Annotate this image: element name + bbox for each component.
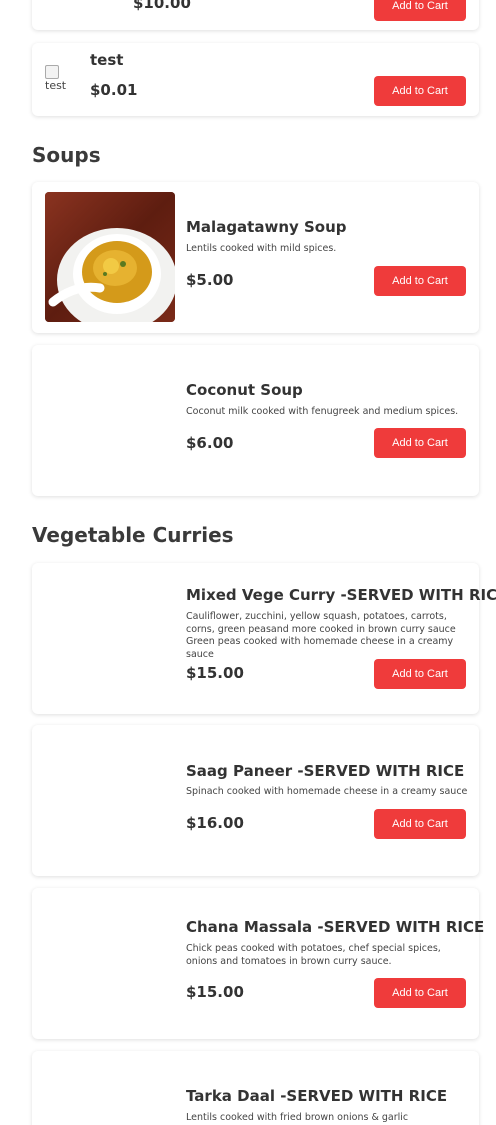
section-title-vegetable-curries: Vegetable Curries: [32, 523, 234, 547]
item-price: $15.00: [186, 664, 244, 682]
item-name: Malagatawny Soup: [186, 218, 347, 236]
item-price: $0.01: [90, 81, 138, 99]
menu-item-card: Coconut Soup Coconut milk cooked with fe…: [32, 345, 479, 496]
item-name: test: [90, 51, 124, 69]
item-price: $16.00: [186, 814, 244, 832]
item-price: $5.00: [186, 271, 234, 289]
section-title-soups: Soups: [32, 143, 101, 167]
item-description: Lentils cooked with fried brown onions &…: [186, 1112, 409, 1123]
add-to-cart-button[interactable]: Add to Cart: [374, 809, 466, 839]
add-to-cart-button[interactable]: Add to Cart: [374, 76, 466, 106]
item-description: Spinach cooked with homemade cheese in a…: [186, 786, 468, 797]
item-image-alt: test: [45, 79, 67, 92]
add-to-cart-button[interactable]: Add to Cart: [374, 0, 466, 21]
add-to-cart-button[interactable]: Add to Cart: [374, 428, 466, 458]
item-price: $15.00: [186, 983, 244, 1001]
item-name: Saag Paneer -SERVED WITH RICE: [186, 762, 465, 780]
menu-item-card: Tarka Daal -SERVED WITH RICE Lentils coo…: [32, 1051, 479, 1125]
item-name: Tarka Daal -SERVED WITH RICE: [186, 1087, 448, 1105]
menu-item-card: Chana Massala -SERVED WITH RICE Chick pe…: [32, 888, 484, 1039]
item-image: test: [45, 65, 66, 93]
menu-item-card: $10.00 Add to Cart: [32, 0, 479, 30]
item-price: $10.00: [133, 0, 191, 12]
menu-item-card: test test $0.01 Add to Cart: [32, 43, 479, 116]
add-to-cart-button[interactable]: Add to Cart: [374, 266, 466, 296]
soup-bowl-icon: [45, 192, 175, 322]
broken-image-icon: [45, 65, 59, 79]
soup-image[interactable]: [45, 192, 175, 322]
item-description: Coconut milk cooked with fenugreek and m…: [186, 406, 459, 417]
item-description: Cauliflower, zucchini, yellow squash, po…: [186, 611, 456, 660]
menu-item-card: Saag Paneer -SERVED WITH RICE Spinach co…: [32, 725, 479, 876]
item-name: Mixed Vege Curry -SERVED WITH RICE: [186, 586, 496, 604]
item-description: Chick peas cooked with potatoes, chef sp…: [186, 943, 441, 967]
item-name: Coconut Soup: [186, 381, 303, 399]
item-price: $6.00: [186, 434, 234, 452]
item-description: Lentils cooked with mild spices.: [186, 243, 337, 254]
menu-page: $10.00 Add to Cart test test $0.01 Add t…: [0, 0, 496, 1125]
item-name: Chana Massala -SERVED WITH RICE: [186, 918, 485, 936]
add-to-cart-button[interactable]: Add to Cart: [374, 659, 466, 689]
menu-item-card: Malagatawny Soup Lentils cooked with mil…: [32, 182, 479, 333]
menu-item-card: Mixed Vege Curry -SERVED WITH RICE Cauli…: [32, 563, 496, 714]
add-to-cart-button[interactable]: Add to Cart: [374, 978, 466, 1008]
